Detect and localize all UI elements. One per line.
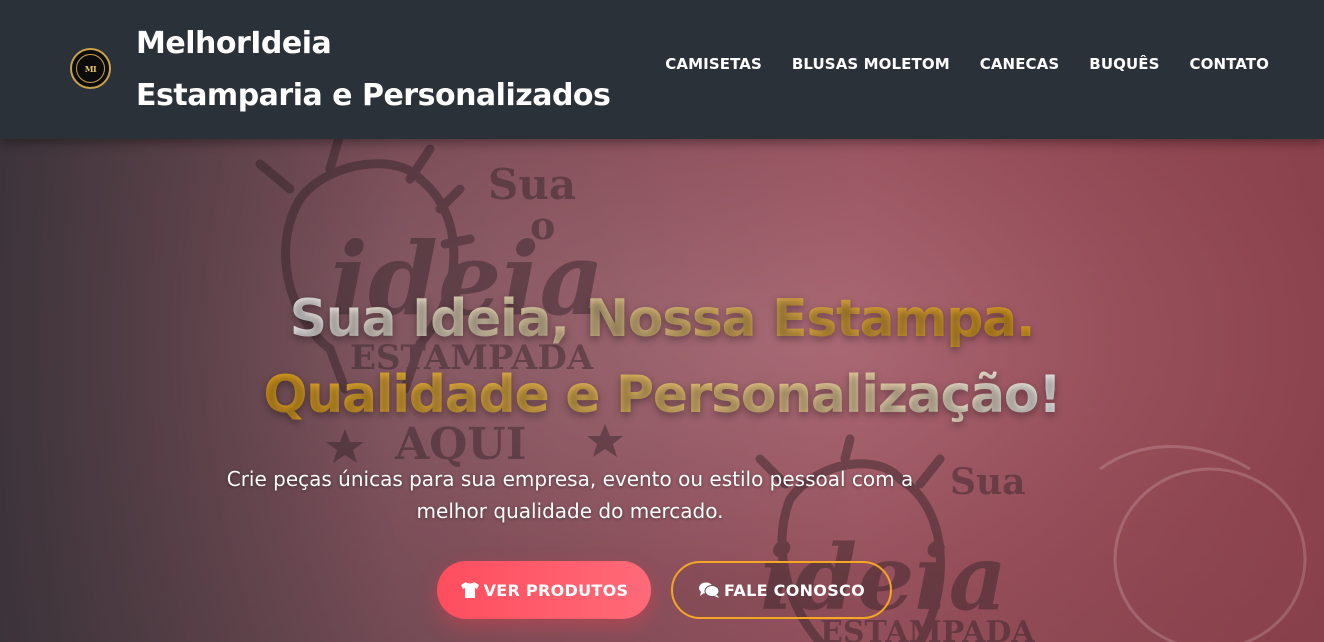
nav-item-camisetas[interactable]: CAMISETAS xyxy=(665,55,762,73)
svg-text:Sua: Sua xyxy=(488,160,576,209)
hero-subtitle: Crie peças únicas para sua empresa, even… xyxy=(226,467,914,523)
tshirt-icon xyxy=(460,581,480,599)
main-nav: CAMISETAS BLUSAS MOLETOM CANECAS BUQUÊS … xyxy=(665,55,1269,73)
nav-item-buques[interactable]: BUQUÊS xyxy=(1089,55,1159,73)
nav-item-contato[interactable]: CONTATO xyxy=(1189,55,1269,73)
chat-bubbles-icon xyxy=(698,581,720,599)
nav-item-blusas-moletom[interactable]: BLUSAS MOLETOM xyxy=(792,55,950,73)
view-products-button[interactable]: VER PRODUTOS xyxy=(437,561,651,619)
hero-section: Sua o ideia ESTAMPADA AQUI Sua ideia EST… xyxy=(0,139,1324,642)
brand-logo[interactable]: MI xyxy=(70,48,111,89)
nav-item-canecas[interactable]: CANECAS xyxy=(980,55,1060,73)
brand-name[interactable]: MelhorIdeia Estamparia e Personalizados xyxy=(136,18,611,122)
brand-name-line1: MelhorIdeia xyxy=(136,26,332,61)
site-header: MI MelhorIdeia Estamparia e Personalizad… xyxy=(0,0,1324,139)
hero-title-line1: Sua Ideia, Nossa Estampa. xyxy=(289,289,1036,349)
view-products-label: VER PRODUTOS xyxy=(483,580,629,600)
svg-text:Sua: Sua xyxy=(950,461,1026,503)
hero-title-line2: Qualidade e Personalização! xyxy=(263,365,1062,425)
brand-name-line2: Estamparia e Personalizados xyxy=(136,78,611,113)
contact-us-label: FALE CONOSCO xyxy=(724,580,865,600)
brand-logo-mark: MI xyxy=(76,54,105,83)
svg-text:ESTAMPADA: ESTAMPADA xyxy=(820,615,1035,642)
contact-us-button[interactable]: FALE CONOSCO xyxy=(671,561,892,619)
